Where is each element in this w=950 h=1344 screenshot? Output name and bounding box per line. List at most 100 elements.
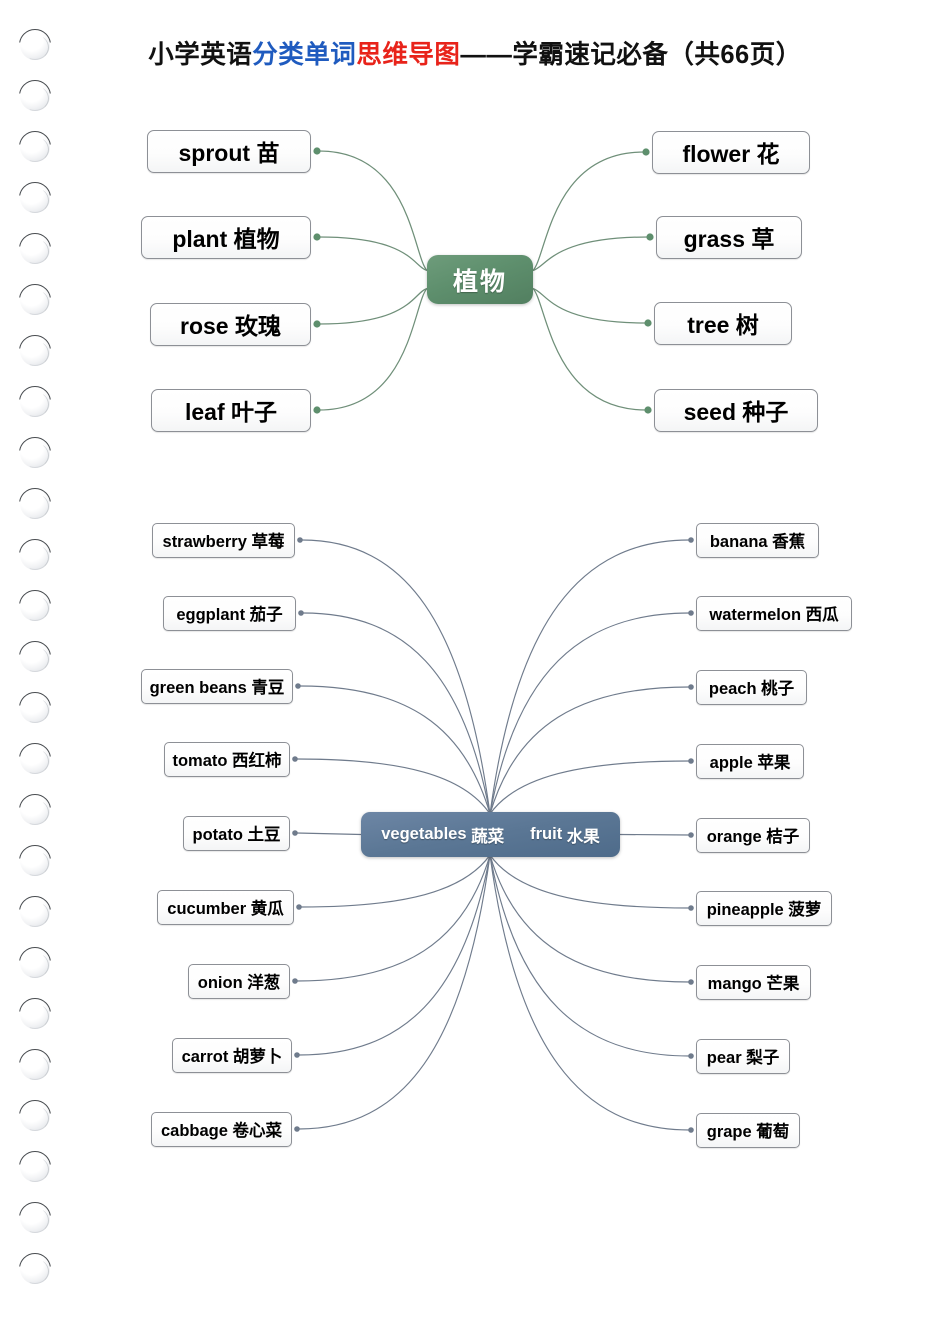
- connector-dot: [313, 147, 321, 155]
- plant-node-left-plant[interactable]: plant 植物: [141, 215, 311, 259]
- connector-dot: [688, 610, 694, 616]
- binding-ring: [20, 387, 50, 417]
- connector-path: [301, 539, 491, 815]
- connector-path: [296, 854, 491, 982]
- connector-path: [318, 236, 428, 272]
- binding-ring: [20, 897, 50, 927]
- title-segment-3: ——学霸速记必备（共66页）: [460, 41, 802, 69]
- connector-dot: [297, 537, 303, 543]
- vf-node-left-tomato[interactable]: tomato 西红柿: [164, 741, 290, 777]
- connector-path: [296, 832, 362, 836]
- connector-dot: [292, 756, 298, 762]
- vf-node-right-pineapple[interactable]: pineapple 菠萝: [696, 890, 832, 926]
- connector-dot: [688, 1053, 694, 1059]
- vf-node-left-green-beans[interactable]: green beans 青豆: [141, 668, 293, 704]
- vf-node-left-cabbage[interactable]: cabbage 卷心菜: [151, 1111, 292, 1147]
- worksheet-page: 小学英语分类单词思维导图——学霸速记必备（共66页） 植物 vegetables…: [0, 0, 950, 1344]
- connector-dot: [295, 683, 301, 689]
- binding-ring: [20, 81, 50, 111]
- connector-dot: [688, 758, 694, 764]
- binding-ring: [20, 744, 50, 774]
- plant-node-right-flower[interactable]: flower 花: [652, 130, 810, 174]
- center-node-vegetables-fruit[interactable]: vegetables 蔬菜 fruit 水果: [361, 812, 620, 857]
- binding-ring: [20, 285, 50, 315]
- binding-ring: [20, 846, 50, 876]
- vf-node-left-eggplant[interactable]: eggplant 茄子: [163, 595, 296, 631]
- binding-ring: [20, 336, 50, 366]
- page-title: 小学英语分类单词思维导图——学霸速记必备（共66页）: [0, 34, 950, 71]
- connector-dot: [644, 319, 652, 327]
- center-node-plant[interactable]: 植物: [427, 255, 533, 304]
- connector-dot: [688, 684, 694, 690]
- connector-path: [532, 288, 647, 411]
- center-label-fruit-en: fruit: [530, 825, 563, 843]
- vf-node-left-carrot[interactable]: carrot 胡萝卜: [172, 1037, 292, 1073]
- title-segment-1: 分类单词: [252, 41, 357, 69]
- connector-path: [489, 612, 690, 815]
- connector-dot: [292, 830, 298, 836]
- spiral-binding: [0, 0, 70, 1344]
- plant-node-right-seed[interactable]: seed 种子: [654, 388, 818, 432]
- vf-node-left-onion[interactable]: onion 洋葱: [188, 963, 290, 999]
- connector-dot: [294, 1052, 300, 1058]
- connector-path: [300, 854, 491, 908]
- connector-path: [298, 854, 491, 1130]
- plant-node-left-sprout[interactable]: sprout 苗: [147, 129, 311, 173]
- connector-path: [489, 854, 690, 983]
- binding-ring: [20, 1050, 50, 1080]
- connector-path: [489, 686, 690, 815]
- binding-ring: [20, 795, 50, 825]
- vf-node-right-apple[interactable]: apple 苹果: [696, 743, 804, 779]
- vf-node-right-grape[interactable]: grape 葡萄: [696, 1112, 800, 1148]
- connector-dot: [644, 406, 652, 414]
- binding-ring: [20, 132, 50, 162]
- center-label-fruit-zh: 水果: [566, 827, 600, 846]
- binding-ring: [20, 489, 50, 519]
- connector-path: [489, 854, 690, 1131]
- plant-node-right-grass[interactable]: grass 草: [656, 215, 802, 259]
- vf-node-right-mango[interactable]: mango 芒果: [696, 964, 811, 1000]
- vf-node-left-strawberry[interactable]: strawberry 草莓: [152, 522, 295, 558]
- binding-ring: [20, 1254, 50, 1284]
- connector-path: [489, 854, 690, 1057]
- connector-dot: [688, 979, 694, 985]
- plant-node-right-tree[interactable]: tree 树: [654, 301, 792, 345]
- connector-path: [318, 150, 428, 271]
- connector-dot: [688, 537, 694, 543]
- binding-ring: [20, 693, 50, 723]
- binding-ring: [20, 591, 50, 621]
- connector-dot: [313, 406, 321, 414]
- connector-path: [489, 539, 690, 815]
- vf-node-left-potato[interactable]: potato 土豆: [183, 815, 290, 851]
- connector-dot: [313, 320, 321, 328]
- title-segment-0: 小学英语: [148, 41, 253, 69]
- binding-ring: [20, 948, 50, 978]
- binding-ring: [20, 183, 50, 213]
- connector-path: [298, 854, 491, 1056]
- connector-dot: [646, 233, 654, 241]
- center-label-vegetables-zh: 蔬菜: [471, 827, 505, 846]
- binding-ring: [20, 1152, 50, 1182]
- vf-node-right-watermelon[interactable]: watermelon 西瓜: [696, 595, 852, 631]
- plant-node-left-rose[interactable]: rose 玫瑰: [150, 302, 311, 346]
- connector-path: [318, 288, 428, 411]
- connector-path: [489, 760, 690, 815]
- binding-ring: [20, 234, 50, 264]
- binding-ring: [20, 642, 50, 672]
- vf-node-right-banana[interactable]: banana 香蕉: [696, 522, 819, 558]
- connector-dot: [292, 978, 298, 984]
- vf-node-right-pear[interactable]: pear 梨子: [696, 1038, 790, 1074]
- center-label-vegetables-en: vegetables: [381, 825, 467, 843]
- connector-path: [302, 612, 491, 815]
- binding-ring: [20, 999, 50, 1029]
- vf-node-right-peach[interactable]: peach 桃子: [696, 669, 807, 705]
- connector-dot: [294, 1126, 300, 1132]
- connector-path: [299, 685, 491, 815]
- vf-node-left-cucumber[interactable]: cucumber 黄瓜: [157, 889, 294, 925]
- vf-node-right-orange[interactable]: orange 桔子: [696, 817, 810, 853]
- connector-dot: [688, 905, 694, 911]
- connector-dot: [642, 148, 650, 156]
- binding-ring: [20, 540, 50, 570]
- connector-path: [296, 758, 491, 815]
- plant-node-left-leaf[interactable]: leaf 叶子: [151, 388, 311, 432]
